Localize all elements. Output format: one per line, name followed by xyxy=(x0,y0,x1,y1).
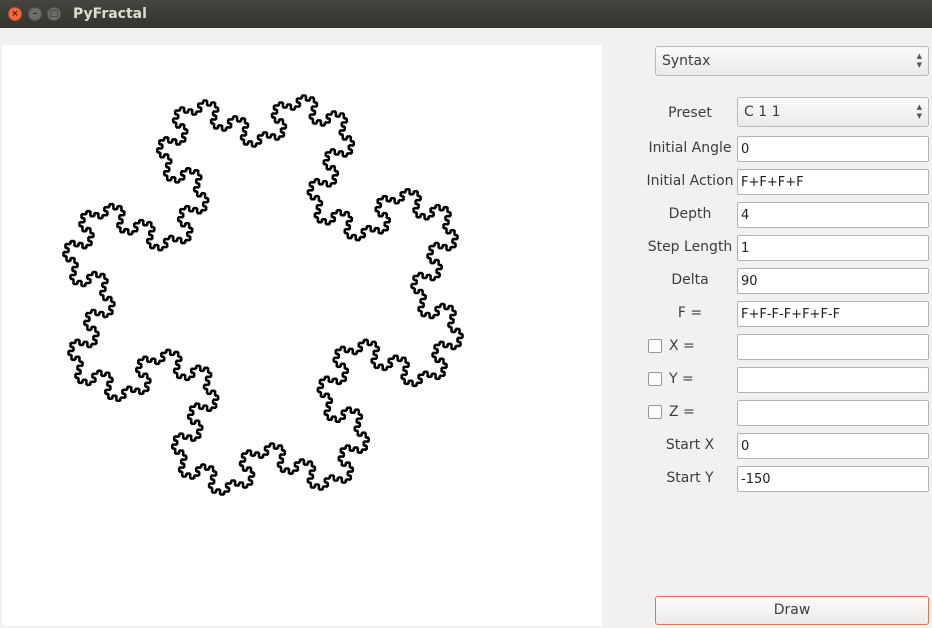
updown-arrows-icon: ▲ ▼ xyxy=(916,52,922,69)
f-rule-input[interactable] xyxy=(737,301,929,327)
mode-select-value: Syntax xyxy=(662,53,711,69)
window-title: PyFractal xyxy=(73,6,147,22)
draw-button[interactable]: Draw xyxy=(655,596,929,625)
start-y-label: Start Y xyxy=(666,470,714,486)
z-rule-label: Z = xyxy=(669,404,695,420)
updown-arrows-icon: ▲ ▼ xyxy=(916,103,922,120)
depth-input[interactable] xyxy=(737,202,929,228)
z-rule-input[interactable] xyxy=(737,400,929,426)
f-rule-label: F = xyxy=(677,305,703,321)
start-x-input[interactable] xyxy=(737,433,929,459)
y-rule-label: Y = xyxy=(669,371,694,387)
initial-angle-input[interactable] xyxy=(737,136,929,162)
delta-input[interactable] xyxy=(737,268,929,294)
minimize-window-icon[interactable]: – xyxy=(28,7,42,21)
fractal-curve xyxy=(62,94,464,496)
start-x-label: Start X xyxy=(665,437,715,453)
y-rule-input[interactable] xyxy=(737,367,929,393)
x-rule-input[interactable] xyxy=(737,334,929,360)
initial-action-input[interactable] xyxy=(737,169,929,195)
x-rule-label: X = xyxy=(669,338,695,354)
initial-angle-label: Initial Angle xyxy=(648,140,732,156)
depth-label: Depth xyxy=(668,206,712,222)
delta-label: Delta xyxy=(671,272,709,288)
fractal-drawing xyxy=(62,94,464,496)
fractal-canvas xyxy=(2,45,602,626)
initial-action-label: Initial Action xyxy=(646,173,734,189)
close-window-icon[interactable]: × xyxy=(8,7,22,21)
mode-select[interactable]: Syntax ▲ ▼ xyxy=(655,46,929,76)
preset-select[interactable]: C 1 1 ▲ ▼ xyxy=(737,97,929,127)
start-y-input[interactable] xyxy=(737,466,929,492)
y-rule-checkbox[interactable] xyxy=(648,372,662,386)
maximize-window-icon[interactable]: □ xyxy=(47,7,61,21)
step-length-input[interactable] xyxy=(737,235,929,261)
step-length-label: Step Length xyxy=(647,239,733,255)
preset-label: Preset xyxy=(668,105,712,121)
z-rule-checkbox[interactable] xyxy=(648,405,662,419)
title-bar: × – □ PyFractal xyxy=(0,0,932,28)
x-rule-checkbox[interactable] xyxy=(648,339,662,353)
preset-select-value: C 1 1 xyxy=(744,104,781,120)
